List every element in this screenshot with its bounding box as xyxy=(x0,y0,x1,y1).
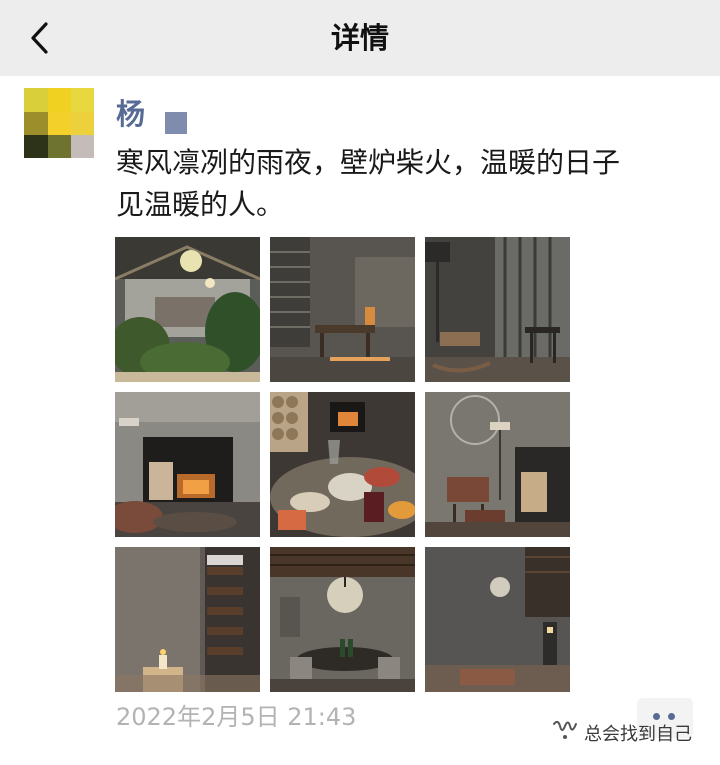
watermark: 总会找到自己 xyxy=(552,720,692,750)
photo-7[interactable] xyxy=(115,547,260,692)
watermark-text: 总会找到自己 xyxy=(584,724,692,745)
page-title: 详情 xyxy=(330,21,389,55)
more-dot-icon xyxy=(653,713,660,720)
photo-5[interactable] xyxy=(270,392,415,537)
photo-1[interactable] xyxy=(115,237,260,382)
wechat-channel-icon xyxy=(552,720,578,750)
photo-3[interactable] xyxy=(425,237,570,382)
post-timestamp: 2022年2月5日 21:43 xyxy=(116,703,357,731)
user-badge xyxy=(165,112,187,134)
avatar[interactable] xyxy=(24,88,94,158)
photo-6[interactable] xyxy=(425,392,570,537)
more-dot-icon xyxy=(668,713,675,720)
post-text-line-1: 寒风凛冽的雨夜，壁炉柴火，温暖的日子 xyxy=(116,146,621,179)
photo-8[interactable] xyxy=(270,547,415,692)
photo-2[interactable] xyxy=(270,237,415,382)
photo-4[interactable] xyxy=(115,392,260,537)
photo-grid xyxy=(115,237,571,693)
post-text-line-2: 见温暖的人。 xyxy=(116,188,285,221)
author-name[interactable]: 杨 xyxy=(116,94,145,134)
photo-9[interactable] xyxy=(425,547,570,692)
nav-bar: 详情 xyxy=(0,0,720,76)
post-text: 寒风凛冽的雨夜，壁炉柴火，温暖的日子 见温暖的人。 xyxy=(116,142,716,226)
